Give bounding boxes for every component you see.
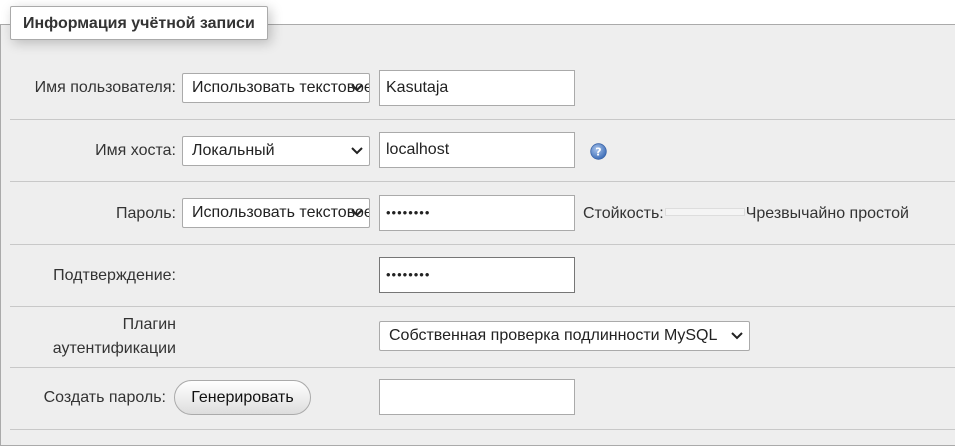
auth-plugin-select[interactable]: Собственная проверка подлинности MySQL <box>379 321 750 351</box>
hostname-label: Имя хоста: <box>95 142 176 159</box>
password-strength: Стойкость: Чрезвычайно простой <box>583 204 909 224</box>
password-input[interactable]: •••••••• <box>379 195 575 231</box>
password-mode-select[interactable]: Использовать текстовое поле <box>182 198 370 228</box>
auth-plugin-value: Собственная проверка подлинности MySQL <box>389 327 718 344</box>
password-label: Пароль: <box>116 205 176 222</box>
hostname-mode-select[interactable]: Локальный <box>182 136 370 166</box>
generated-password-input[interactable] <box>379 379 575 415</box>
strength-value: Чрезвычайно простой <box>745 205 909 222</box>
confirm-label: Подтверждение: <box>53 267 176 284</box>
confirm-input[interactable]: •••••••• <box>379 257 575 293</box>
auth-plugin-label: Плагин аутентификации <box>52 316 176 357</box>
strength-label: Стойкость: <box>583 205 664 222</box>
hostname-mode-value: Локальный <box>192 142 275 159</box>
chevron-down-icon <box>351 209 363 217</box>
username-mode-value: Использовать текстовое поле <box>192 79 370 96</box>
strength-meter <box>664 207 745 216</box>
username-label: Имя пользователя: <box>34 79 176 96</box>
username-input[interactable]: Kasutaja <box>379 70 575 106</box>
password-mode-value: Использовать текстовое поле <box>192 204 370 221</box>
chevron-down-icon <box>351 147 363 155</box>
help-question-icon[interactable]: ? <box>590 143 607 160</box>
chevron-down-icon <box>731 332 743 340</box>
generate-label: Создать пароль: <box>43 389 166 406</box>
username-mode-select[interactable]: Использовать текстовое поле <box>182 73 370 103</box>
generate-button[interactable]: Генерировать <box>174 380 311 415</box>
hostname-input[interactable]: localhost <box>379 132 575 168</box>
chevron-down-icon <box>351 84 363 92</box>
section-title: Информация учётной записи <box>10 6 268 40</box>
svg-text:?: ? <box>595 146 601 159</box>
